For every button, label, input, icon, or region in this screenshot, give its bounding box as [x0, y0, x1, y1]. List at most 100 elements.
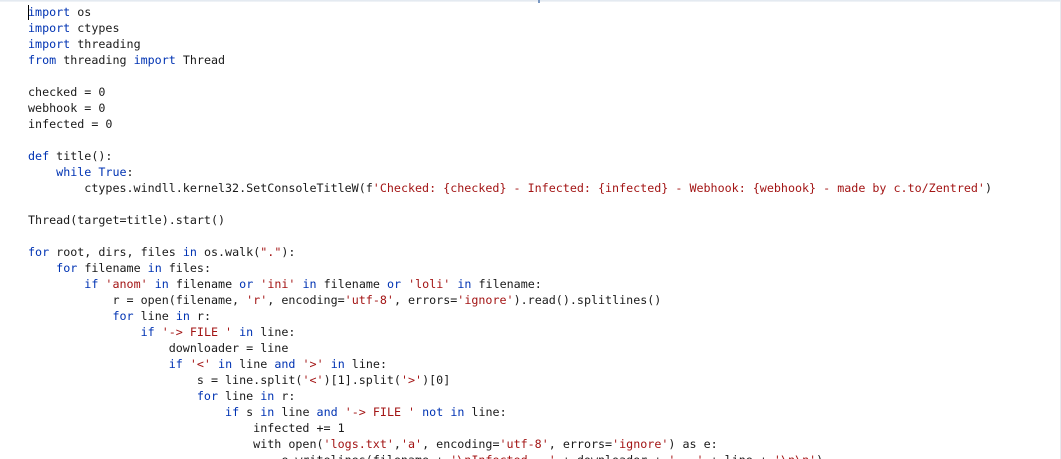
- code-line: for line in r:: [28, 388, 992, 404]
- code-keyword: from: [28, 53, 57, 67]
- code-text: filename: [77, 261, 148, 275]
- code-text: , encoding=: [422, 437, 500, 451]
- code-string: '\n\n': [774, 453, 816, 459]
- code-line: from threading import Thread: [28, 52, 992, 68]
- code-keyword: and: [274, 357, 296, 371]
- code-text-area[interactable]: import os import ctypes import threading fr…: [28, 4, 992, 459]
- code-keyword: in: [182, 245, 197, 259]
- code-keyword: in: [260, 389, 275, 403]
- code-text: line: [133, 309, 176, 323]
- code-text: ctypes.windll.kernel32.SetConsoleTitleW(…: [28, 181, 373, 195]
- code-text: os: [70, 5, 92, 19]
- code-string: '<': [302, 373, 324, 387]
- code-keyword: not: [422, 405, 444, 419]
- code-text: r:: [189, 309, 212, 323]
- code-editor[interactable]: import os import ctypes import threading fr…: [0, 0, 1061, 459]
- code-keyword: and: [316, 405, 338, 419]
- code-text: ,: [393, 437, 401, 451]
- code-text: infected = 0: [28, 117, 113, 131]
- code-string: ".": [260, 245, 282, 259]
- code-text: e.writelines(filename +: [28, 453, 450, 459]
- code-text: with open(: [28, 437, 324, 451]
- code-line: ctypes.windll.kernel32.SetConsoleTitleW(…: [28, 180, 992, 196]
- code-keyword: in: [239, 325, 254, 339]
- code-string: 'anom': [105, 277, 148, 291]
- code-text: os.walk(: [196, 245, 261, 259]
- code-text: line:: [344, 357, 387, 371]
- code-text: Thread: [175, 53, 226, 67]
- code-string: 'ignore': [612, 437, 669, 451]
- code-text: r:: [274, 389, 296, 403]
- code-keyword: for: [28, 245, 50, 259]
- code-line: import os: [28, 4, 992, 20]
- code-keyword: or: [239, 277, 254, 291]
- code-keyword: for: [196, 389, 219, 403]
- code-text: title():: [49, 149, 113, 163]
- code-text: webhook = 0: [28, 101, 106, 115]
- code-line: s = line.split('<')[1].split('>')[0]: [28, 372, 992, 388]
- code-line: if 'anom' in filename or 'ini' in filena…: [28, 276, 992, 292]
- code-line: infected = 0: [28, 116, 992, 132]
- code-text: threading: [56, 53, 134, 67]
- code-string: '\nInfected...': [450, 453, 556, 459]
- text-caret: [28, 5, 29, 20]
- code-line: import ctypes: [28, 20, 992, 36]
- code-text: , errors=: [393, 293, 458, 307]
- code-string: 'a': [400, 437, 423, 451]
- code-string: 'utf-8': [344, 293, 394, 307]
- code-string: '>': [400, 373, 423, 387]
- code-text: s = line.split(: [28, 373, 303, 387]
- code-text: ctypes: [70, 21, 120, 35]
- code-text: filename:: [471, 277, 542, 291]
- code-text: r = open(filename,: [28, 293, 247, 307]
- code-text: root, dirs, files: [49, 245, 183, 259]
- code-text: Thread(target=title).start(): [28, 213, 226, 227]
- code-line: downloader = line: [28, 340, 992, 356]
- code-line: infected += 1: [28, 420, 992, 436]
- code-keyword: or: [386, 277, 402, 291]
- code-line: for line in r:: [28, 308, 992, 324]
- code-keyword: in: [175, 309, 190, 323]
- code-keyword: import: [28, 37, 71, 51]
- code-keyword: in: [330, 357, 345, 371]
- code-text: infected += 1: [28, 421, 345, 435]
- code-string: '-> FILE ': [344, 405, 416, 419]
- code-string: '...': [668, 453, 703, 459]
- code-keyword: in: [457, 277, 472, 291]
- code-text: ) as e:: [668, 437, 718, 451]
- code-text: line:: [464, 405, 507, 419]
- code-text: ):: [281, 245, 296, 259]
- code-keyword: while: [56, 165, 92, 179]
- code-text: ).read().splitlines(): [513, 293, 662, 307]
- code-keyword: True: [98, 165, 127, 179]
- code-text: filename: [316, 277, 387, 291]
- code-line: def title():: [28, 148, 992, 164]
- code-keyword: in: [450, 405, 465, 419]
- code-keyword: in: [302, 277, 317, 291]
- code-keyword: in: [218, 357, 233, 371]
- code-line: while True:: [28, 164, 992, 180]
- code-text: line:: [253, 325, 296, 339]
- code-line: e.writelines(filename + '\nInfected...' …: [28, 452, 992, 459]
- code-line: if '-> FILE ' in line:: [28, 324, 992, 340]
- code-text: )[0]: [422, 373, 451, 387]
- code-line: import threading: [28, 36, 992, 52]
- code-keyword: for: [56, 261, 78, 275]
- code-keyword: if: [168, 357, 183, 371]
- code-line: checked = 0: [28, 84, 992, 100]
- code-text: )[1].split(: [323, 373, 401, 387]
- code-string: 'ignore': [457, 293, 514, 307]
- code-line: for root, dirs, files in os.walk("."):: [28, 244, 992, 260]
- code-keyword: in: [260, 405, 275, 419]
